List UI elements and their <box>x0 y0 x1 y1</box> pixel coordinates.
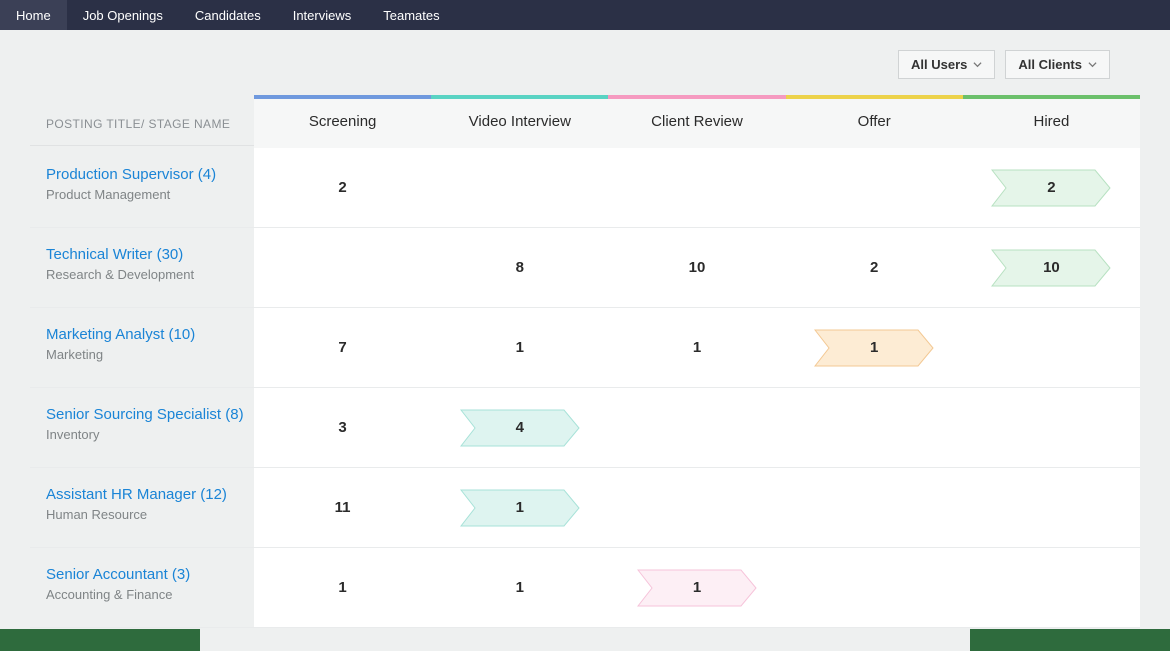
stage-name: Offer <box>786 99 963 148</box>
stage-cell <box>254 228 431 307</box>
job-dept: Accounting & Finance <box>46 587 246 602</box>
stage-cell[interactable]: 1 <box>786 308 963 387</box>
job-title-link[interactable]: Marketing Analyst (10) <box>46 326 246 343</box>
job-title-link[interactable]: Assistant HR Manager (12) <box>46 486 246 503</box>
stage-chevron-tag[interactable]: 1 <box>460 489 580 527</box>
stage-chevron-tag[interactable]: 1 <box>814 329 934 367</box>
stage-chevron-tag[interactable]: 10 <box>991 249 1111 287</box>
stage-cell <box>786 388 963 467</box>
filter-users-label: All Users <box>911 57 967 72</box>
table-row: Production Supervisor (4) Product Managem… <box>30 148 1140 228</box>
stage-cell <box>963 468 1140 547</box>
job-dept: Human Resource <box>46 507 246 522</box>
job-dept: Product Management <box>46 187 246 202</box>
job-title-link[interactable]: Senior Sourcing Specialist (8) <box>46 406 246 423</box>
stage-cell[interactable]: 1 <box>431 548 608 627</box>
stage-cell <box>786 148 963 227</box>
top-nav: HomeJob OpeningsCandidatesInterviewsTeam… <box>0 0 1170 30</box>
row-header: Marketing Analyst (10) Marketing <box>30 308 254 387</box>
nav-tab-job-openings[interactable]: Job Openings <box>67 0 179 30</box>
filter-clients-dropdown[interactable]: All Clients <box>1005 50 1110 79</box>
stage-col-4: Hired <box>963 95 1140 148</box>
table-header-label: POSTING TITLE/ STAGE NAME <box>30 99 254 146</box>
stage-cell[interactable]: 1 <box>431 468 608 547</box>
chevron-down-icon <box>1088 60 1097 69</box>
stage-col-0: Screening <box>254 95 431 148</box>
job-dept: Research & Development <box>46 267 246 282</box>
stage-cell <box>963 308 1140 387</box>
nav-tab-interviews[interactable]: Interviews <box>277 0 368 30</box>
stage-cell[interactable]: 1 <box>608 308 785 387</box>
stage-cell[interactable]: 2 <box>963 148 1140 227</box>
table-row: Marketing Analyst (10)Marketing7111 <box>30 308 1140 388</box>
stage-cell <box>786 548 963 627</box>
stage-name: Hired <box>963 99 1140 148</box>
stage-chevron-tag[interactable]: 4 <box>460 409 580 447</box>
stage-cell[interactable]: 1 <box>431 308 608 387</box>
stage-name: Client Review <box>608 99 785 148</box>
row-header: Technical Writer (30) Research & Developm… <box>30 228 254 307</box>
stage-cell[interactable]: 2 <box>786 228 963 307</box>
nav-tab-candidates[interactable]: Candidates <box>179 0 277 30</box>
stage-chevron-tag[interactable]: 1 <box>637 569 757 607</box>
stage-cell[interactable]: 1 <box>608 548 785 627</box>
nav-tab-teamates[interactable]: Teamates <box>367 0 455 30</box>
job-dept: Marketing <box>46 347 246 362</box>
stage-cell[interactable]: 3 <box>254 388 431 467</box>
row-header: Senior Sourcing Specialist (8) Inventory <box>30 388 254 467</box>
nav-tab-home[interactable]: Home <box>0 0 67 30</box>
stage-cell <box>608 468 785 547</box>
row-header: Assistant HR Manager (12) Human Resource <box>30 468 254 547</box>
chevron-down-icon <box>973 60 982 69</box>
stage-cell[interactable]: 10 <box>608 228 785 307</box>
stage-name: Screening <box>254 99 431 148</box>
pipeline-board: POSTING TITLE/ STAGE NAME ScreeningVideo… <box>30 95 1140 628</box>
row-header: Senior Accountant (3) Accounting & Financ… <box>30 548 254 627</box>
job-dept: Inventory <box>46 427 246 442</box>
job-title-link[interactable]: Production Supervisor (4) <box>46 166 246 183</box>
stage-cell[interactable]: 1 <box>254 548 431 627</box>
stage-cell[interactable]: 8 <box>431 228 608 307</box>
stage-cell <box>608 388 785 467</box>
stage-name: Video Interview <box>431 99 608 148</box>
stage-cell <box>963 548 1140 627</box>
filter-clients-label: All Clients <box>1018 57 1082 72</box>
stage-col-2: Client Review <box>608 95 785 148</box>
stage-chevron-tag[interactable]: 2 <box>991 169 1111 207</box>
table-row: Senior Accountant (3) Accounting & Financ… <box>30 548 1140 628</box>
stage-cell[interactable]: 7 <box>254 308 431 387</box>
stage-cell <box>963 388 1140 467</box>
stage-cell[interactable]: 4 <box>431 388 608 467</box>
stage-cell[interactable]: 10 <box>963 228 1140 307</box>
table-row: Technical Writer (30) Research & Developm… <box>30 228 1140 308</box>
stage-cell[interactable]: 2 <box>254 148 431 227</box>
stage-cell <box>608 148 785 227</box>
job-title-link[interactable]: Senior Accountant (3) <box>46 566 246 583</box>
filter-users-dropdown[interactable]: All Users <box>898 50 995 79</box>
table-row: Senior Sourcing Specialist (8) Inventory 3… <box>30 388 1140 468</box>
filters-row: All Users All Clients <box>30 30 1140 79</box>
stage-cell <box>786 468 963 547</box>
stage-cell <box>431 148 608 227</box>
bottom-strip <box>0 629 1170 651</box>
row-header: Production Supervisor (4) Product Managem… <box>30 148 254 227</box>
job-title-link[interactable]: Technical Writer (30) <box>46 246 246 263</box>
stage-col-1: Video Interview <box>431 95 608 148</box>
stage-col-3: Offer <box>786 95 963 148</box>
table-row: Assistant HR Manager (12) Human Resource 1… <box>30 468 1140 548</box>
stage-cell[interactable]: 11 <box>254 468 431 547</box>
